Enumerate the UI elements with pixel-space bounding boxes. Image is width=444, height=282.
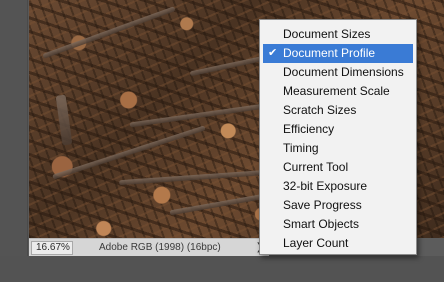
zoom-level-field[interactable]: 16.67%	[31, 241, 73, 255]
menu-item-document-dimensions[interactable]: Document Dimensions	[263, 63, 413, 82]
menu-item-label: Document Profile	[283, 46, 376, 60]
image-texture	[119, 169, 269, 186]
menu-item-label: Document Dimensions	[283, 65, 404, 79]
workspace-bottom-area	[0, 256, 444, 282]
document-info-text: Adobe RGB (1998) (16bpc)	[99, 242, 221, 253]
menu-item-label: Smart Objects	[283, 217, 360, 231]
menu-item-scratch-sizes[interactable]: Scratch Sizes	[263, 101, 413, 120]
checkmark-icon: ✔	[268, 47, 278, 59]
status-info-menu: Document Sizes ✔ Document Profile Documen…	[259, 19, 417, 255]
status-bar: 16.67% Adobe RGB (1998) (16bpc) ❯	[29, 238, 269, 256]
menu-item-label: Layer Count	[283, 236, 349, 250]
menu-item-document-sizes[interactable]: Document Sizes	[263, 25, 413, 44]
image-texture	[52, 125, 206, 180]
menu-item-label: 32-bit Exposure	[283, 179, 368, 193]
menu-item-label: Document Sizes	[283, 27, 371, 41]
menu-item-current-tool[interactable]: Current Tool	[263, 158, 413, 177]
image-texture	[55, 94, 73, 146]
menu-item-32-bit-exposure[interactable]: 32-bit Exposure	[263, 177, 413, 196]
menu-item-layer-count[interactable]: Layer Count	[263, 234, 413, 253]
image-texture	[42, 6, 176, 59]
menu-item-label: Save Progress	[283, 198, 362, 212]
menu-item-label: Efficiency	[283, 122, 335, 136]
menu-item-label: Current Tool	[283, 160, 349, 174]
menu-item-efficiency[interactable]: Efficiency	[263, 120, 413, 139]
left-panel-edge	[0, 0, 28, 282]
menu-item-smart-objects[interactable]: Smart Objects	[263, 215, 413, 234]
menu-item-timing[interactable]: Timing	[263, 139, 413, 158]
menu-item-measurement-scale[interactable]: Measurement Scale	[263, 82, 413, 101]
menu-item-document-profile[interactable]: ✔ Document Profile	[263, 44, 413, 63]
menu-item-save-progress[interactable]: Save Progress	[263, 196, 413, 215]
menu-item-label: Measurement Scale	[283, 84, 390, 98]
menu-item-label: Timing	[283, 141, 319, 155]
menu-item-label: Scratch Sizes	[283, 103, 357, 117]
